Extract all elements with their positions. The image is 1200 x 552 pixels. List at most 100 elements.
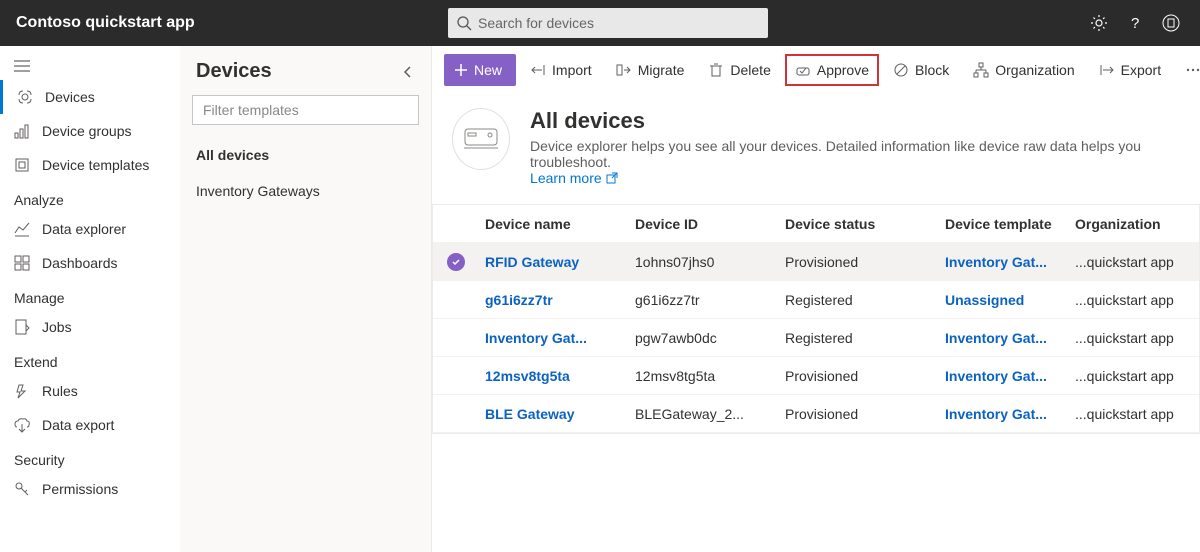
gear-icon[interactable] [1090, 14, 1108, 32]
approve-icon [795, 62, 811, 78]
cell-device-name[interactable]: 12msv8tg5ta [479, 368, 629, 384]
nav-data-export[interactable]: Data export [0, 408, 180, 442]
nav-label: Rules [42, 383, 78, 399]
button-label: New [474, 62, 502, 78]
cell-device-template[interactable]: Inventory Gat... [939, 330, 1069, 346]
collapse-icon[interactable] [401, 65, 415, 79]
nav-jobs[interactable]: Jobs [0, 310, 180, 344]
cell-device-name[interactable]: BLE Gateway [479, 406, 629, 422]
table-row[interactable]: BLE Gateway BLEGateway_2... Provisioned … [433, 395, 1199, 433]
cell-device-name[interactable]: Inventory Gat... [479, 330, 629, 346]
cell-device-template[interactable]: Inventory Gat... [939, 406, 1069, 422]
import-icon [530, 62, 546, 78]
app-title: Contoso quickstart app [8, 14, 448, 32]
external-link-icon [606, 172, 618, 184]
button-label: Export [1121, 62, 1161, 78]
page-subtitle: Device explorer helps you see all your d… [530, 138, 1141, 170]
templates-title: Devices [196, 60, 272, 83]
nav-device-templates[interactable]: Device templates [0, 148, 180, 182]
hamburger-icon[interactable] [0, 52, 180, 80]
new-button[interactable]: New [444, 54, 516, 86]
more-button[interactable] [1175, 54, 1200, 86]
cell-organization: ...quickstart app [1069, 406, 1200, 422]
nav-dashboards[interactable]: Dashboards [0, 246, 180, 280]
search-input[interactable] [448, 8, 768, 38]
migrate-button[interactable]: Migrate [606, 54, 695, 86]
cell-device-id: g61i6zz7tr [629, 292, 779, 308]
col-device-name[interactable]: Device name [479, 216, 629, 232]
button-label: Migrate [638, 62, 685, 78]
nav-rules[interactable]: Rules [0, 374, 180, 408]
left-nav: Devices Device groups Device templates A… [0, 46, 180, 552]
nav-label: Jobs [42, 319, 72, 335]
trash-icon [708, 62, 724, 78]
filter-templates-input[interactable] [192, 95, 419, 125]
cell-organization: ...quickstart app [1069, 254, 1200, 270]
jobs-icon [14, 319, 30, 335]
cell-device-status: Provisioned [779, 406, 939, 422]
device-templates-icon [14, 157, 30, 173]
page-title: All devices [530, 108, 1180, 134]
nav-section-extend: Extend [0, 344, 180, 374]
nav-section-analyze: Analyze [0, 182, 180, 212]
template-inventory-gateways[interactable]: Inventory Gateways [180, 173, 431, 209]
template-all-devices[interactable]: All devices [180, 137, 431, 173]
dashboard-icon [14, 255, 30, 271]
col-organization[interactable]: Organization [1069, 216, 1200, 232]
cell-device-status: Provisioned [779, 254, 939, 270]
devices-icon [17, 89, 33, 105]
cell-device-status: Registered [779, 292, 939, 308]
cell-device-template[interactable]: Inventory Gat... [939, 254, 1069, 270]
help-icon[interactable]: ? [1126, 14, 1144, 32]
learn-more-link[interactable]: Learn more [530, 170, 618, 186]
topbar-actions: ? [1090, 14, 1192, 32]
table-row[interactable]: g61i6zz7tr g61i6zz7tr Registered Unassig… [433, 281, 1199, 319]
cell-organization: ...quickstart app [1069, 368, 1200, 384]
col-device-id[interactable]: Device ID [629, 216, 779, 232]
button-label: Block [915, 62, 949, 78]
export-button[interactable]: Export [1089, 54, 1171, 86]
search-wrapper [448, 8, 768, 38]
delete-button[interactable]: Delete [698, 54, 780, 86]
page-header: All devices Device explorer helps you se… [432, 94, 1200, 204]
nav-devices[interactable]: Devices [0, 80, 180, 114]
main-panel: New Import Migrate Delete Approve Block [432, 46, 1200, 552]
import-button[interactable]: Import [520, 54, 602, 86]
organization-icon [973, 62, 989, 78]
block-button[interactable]: Block [883, 54, 959, 86]
row-checkbox[interactable] [433, 253, 479, 271]
table-row[interactable]: Inventory Gat... pgw7awb0dc Registered I… [433, 319, 1199, 357]
cell-device-id: pgw7awb0dc [629, 330, 779, 346]
cell-device-id: 12msv8tg5ta [629, 368, 779, 384]
cell-device-name[interactable]: g61i6zz7tr [479, 292, 629, 308]
cell-device-template[interactable]: Inventory Gat... [939, 368, 1069, 384]
cell-device-template[interactable]: Unassigned [939, 292, 1069, 308]
templates-panel: Devices All devices Inventory Gateways [180, 46, 432, 552]
cell-organization: ...quickstart app [1069, 330, 1200, 346]
cell-device-id: BLEGateway_2... [629, 406, 779, 422]
approve-button[interactable]: Approve [785, 54, 879, 86]
organization-button[interactable]: Organization [963, 54, 1084, 86]
nav-label: Permissions [42, 481, 118, 497]
col-device-status[interactable]: Device status [779, 216, 939, 232]
export-arrow-icon [1099, 62, 1115, 78]
table-row[interactable]: 12msv8tg5ta 12msv8tg5ta Provisioned Inve… [433, 357, 1199, 395]
plus-icon [454, 63, 468, 77]
nav-label: Data explorer [42, 221, 126, 237]
table-row[interactable]: RFID Gateway 1ohns07jhs0 Provisioned Inv… [433, 243, 1199, 281]
cell-organization: ...quickstart app [1069, 292, 1200, 308]
button-label: Organization [995, 62, 1074, 78]
cell-device-status: Registered [779, 330, 939, 346]
nav-section-security: Security [0, 442, 180, 472]
devices-table: Device name Device ID Device status Devi… [432, 204, 1200, 434]
search-icon [456, 15, 472, 31]
cell-device-status: Provisioned [779, 368, 939, 384]
nav-permissions[interactable]: Permissions [0, 472, 180, 506]
export-icon [14, 417, 30, 433]
clipboard-icon[interactable] [1162, 14, 1180, 32]
cell-device-name[interactable]: RFID Gateway [479, 254, 629, 270]
col-device-template[interactable]: Device template [939, 216, 1069, 232]
button-label: Approve [817, 62, 869, 78]
nav-data-explorer[interactable]: Data explorer [0, 212, 180, 246]
nav-device-groups[interactable]: Device groups [0, 114, 180, 148]
